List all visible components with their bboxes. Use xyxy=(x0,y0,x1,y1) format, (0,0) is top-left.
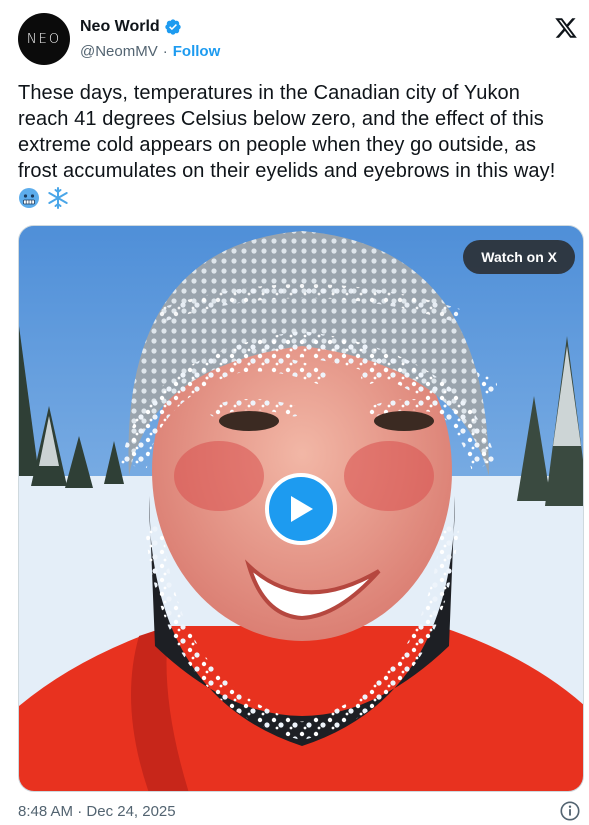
handle[interactable]: @NeomMV xyxy=(80,43,158,60)
separator-dot: · xyxy=(162,43,168,60)
cold-face-emoji xyxy=(19,187,39,208)
video-player[interactable]: Watch on X xyxy=(18,225,584,792)
watch-on-x-button[interactable]: Watch on X xyxy=(463,240,575,274)
avatar-logo-text: NEO xyxy=(26,31,62,47)
timestamp-date: Dec 24, 2025 xyxy=(86,803,176,820)
play-button[interactable] xyxy=(265,473,337,545)
display-name[interactable]: Neo World xyxy=(80,18,160,36)
tweet-timestamp[interactable]: 8:48 AM · Dec 24, 2025 xyxy=(18,803,176,820)
timestamp-time: 8:48 AM xyxy=(18,803,74,820)
play-icon xyxy=(291,496,313,522)
follow-button[interactable]: Follow xyxy=(173,43,221,60)
snowflake-emoji xyxy=(47,186,68,209)
name-row: Neo World xyxy=(80,18,182,36)
tweet-body: These days, temperatures in the Canadian… xyxy=(18,82,556,182)
x-logo-icon[interactable] xyxy=(554,16,578,40)
avatar[interactable]: NEO xyxy=(18,13,70,65)
tweet-text: These days, temperatures in the Canadian… xyxy=(18,80,573,210)
info-icon[interactable] xyxy=(559,800,581,822)
handle-row: @NeomMV · Follow xyxy=(80,43,220,60)
tweet-header: NEO Neo World @NeomMV · Follow xyxy=(18,12,578,68)
timestamp-separator: · xyxy=(77,803,83,820)
verified-badge-icon xyxy=(165,19,181,35)
